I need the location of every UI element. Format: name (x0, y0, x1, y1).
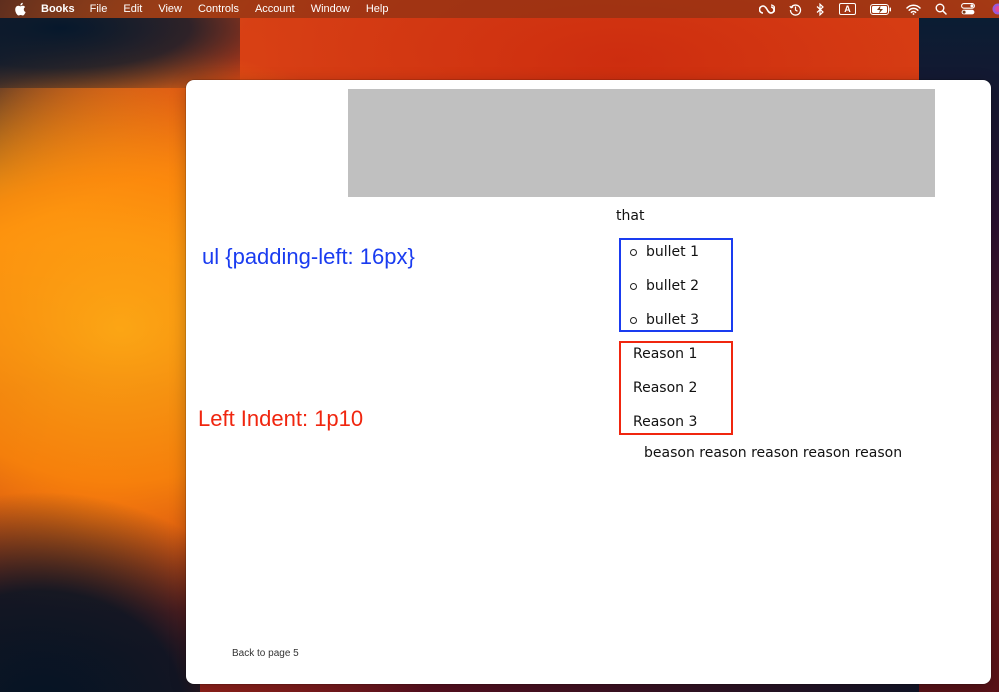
hollow-bullet-icon (630, 316, 637, 324)
time-machine-icon[interactable] (789, 0, 802, 18)
reason-text: Reason 1 (633, 346, 698, 362)
book-page: ul {padding-left: 16px} Left Indent: 1p1… (186, 80, 991, 684)
apple-logo-icon[interactable] (14, 2, 28, 16)
wallpaper-shade-top (0, 18, 240, 88)
bullet-list-item: bullet 2 (621, 276, 699, 296)
menu-controls[interactable]: Controls (198, 0, 239, 18)
trailing-paragraph: beason reason reason reason reason (644, 445, 903, 461)
input-source-icon[interactable]: A (839, 0, 856, 18)
bullet-text: bullet 2 (646, 278, 699, 294)
annotation-left-indent: Left Indent: 1p10 (198, 406, 364, 431)
menu-bar: Books File Edit View Controls Account Wi… (0, 0, 999, 18)
input-source-label: A (839, 3, 856, 15)
menu-bar-status-area: A (752, 0, 999, 18)
bullet-list-outline: bullet 1 bullet 2 bullet 3 (619, 238, 733, 332)
reason-list-outline: Reason 1 Reason 2 Reason 3 (619, 341, 733, 435)
siri-icon[interactable] (989, 0, 999, 18)
menu-edit[interactable]: Edit (123, 0, 142, 18)
menu-view[interactable]: View (158, 0, 182, 18)
lead-text: that (616, 208, 645, 224)
reason-list-item: Reason 1 (621, 344, 697, 364)
control-center-icon[interactable] (961, 0, 975, 18)
reason-list-item: Reason 3 (621, 412, 697, 432)
spotlight-search-icon[interactable] (935, 0, 947, 18)
image-placeholder (348, 89, 935, 197)
reason-text: Reason 2 (633, 380, 698, 396)
menu-file[interactable]: File (90, 0, 108, 18)
hollow-bullet-icon (630, 248, 637, 256)
bullet-text: bullet 1 (646, 244, 699, 260)
back-to-page-link[interactable]: Back to page 5 (232, 648, 299, 659)
bullet-list-item: bullet 3 (621, 310, 699, 330)
wallpaper-shade-bottom (0, 482, 200, 692)
annotation-ul-padding: ul {padding-left: 16px} (202, 244, 415, 269)
bullet-text: bullet 3 (646, 312, 699, 328)
menu-help[interactable]: Help (366, 0, 389, 18)
bullet-list-item: bullet 1 (621, 242, 699, 262)
menu-app-books[interactable]: Books (41, 0, 75, 18)
hollow-bullet-icon (630, 282, 637, 290)
battery-charging-icon[interactable] (870, 0, 892, 18)
reason-text: Reason 3 (633, 414, 698, 430)
menu-window[interactable]: Window (311, 0, 350, 18)
reason-list-item: Reason 2 (621, 378, 697, 398)
menu-account[interactable]: Account (255, 0, 295, 18)
bluetooth-icon[interactable] (816, 0, 825, 18)
wifi-icon[interactable] (906, 0, 921, 18)
creative-cloud-icon[interactable] (759, 0, 775, 18)
